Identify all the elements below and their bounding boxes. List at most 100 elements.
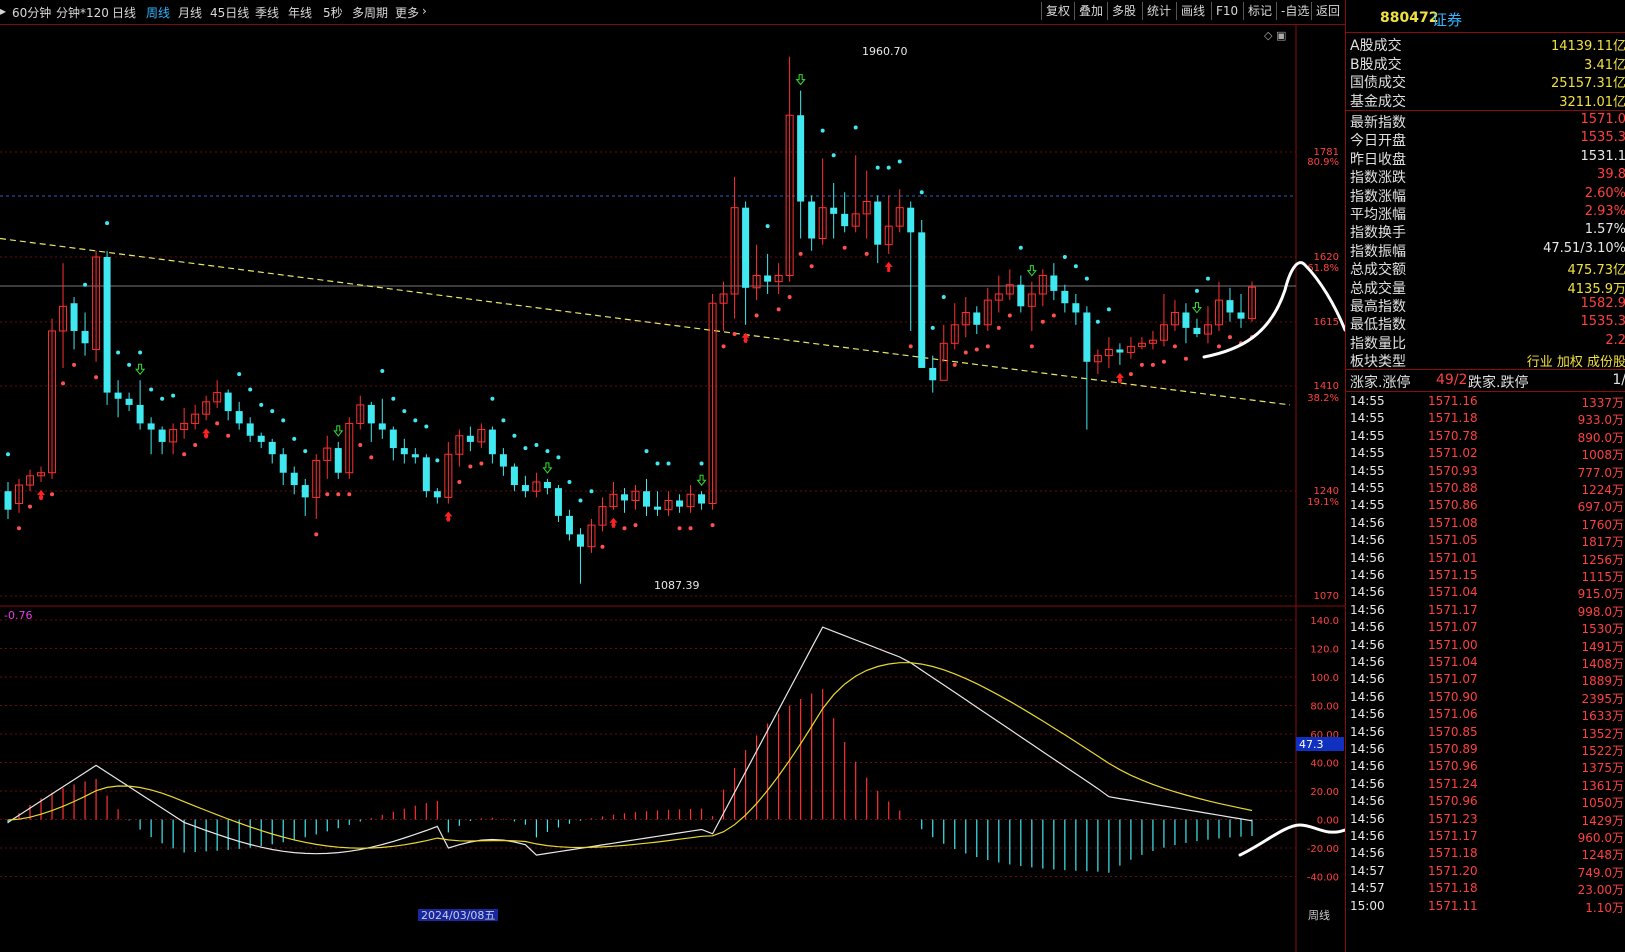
candle-body — [1083, 312, 1091, 362]
tick-row[interactable]: 14:56 1571.23 1429万 — [1346, 812, 1625, 830]
sar-dot — [1029, 344, 1034, 349]
period-quarter[interactable]: 季线 — [255, 4, 279, 21]
tick-row[interactable]: 14:56 1571.04 915.0万 — [1346, 585, 1625, 603]
tick-time: 14:56 — [1350, 794, 1385, 809]
macd-tick: 40.00 — [1310, 759, 1339, 770]
tick-row[interactable]: 14:57 1571.20 749.0万 — [1346, 864, 1625, 882]
period-5sec[interactable]: 5秒 — [323, 4, 343, 21]
mark-button[interactable]: 标记 — [1243, 2, 1276, 20]
tick-volume: 1248万 — [1581, 848, 1624, 863]
tick-row[interactable]: 14:56 1570.85 1352万 — [1346, 725, 1625, 743]
index-row: 指数振幅 47.51/3.10% — [1350, 241, 1625, 260]
tick-row[interactable]: 14:56 1571.05 1817万 — [1346, 533, 1625, 551]
market-row: 基金成交 3211.01亿 — [1350, 91, 1625, 110]
period-multi[interactable]: 多周期 — [352, 4, 388, 21]
tick-row[interactable]: 15:00 1571.11 1.10万 — [1346, 899, 1625, 917]
back-button[interactable]: 返回 — [1311, 2, 1344, 20]
tick-volume: 2395万 — [1581, 691, 1624, 706]
watchlist-button[interactable]: -自选 — [1276, 2, 1313, 20]
tick-row[interactable]: 14:55 1571.02 1008万 — [1346, 446, 1625, 464]
tick-row[interactable]: 14:55 1570.88 1224万 — [1346, 481, 1625, 499]
candle-body — [367, 404, 375, 424]
period-month[interactable]: 月线 — [178, 4, 202, 21]
tick-row[interactable]: 14:55 1570.86 697.0万 — [1346, 498, 1625, 516]
tick-row[interactable]: 14:56 1571.18 1248万 — [1346, 846, 1625, 864]
sar-dot — [864, 251, 869, 256]
tick-row[interactable]: 14:56 1571.17 998.0万 — [1346, 603, 1625, 621]
tick-time: 14:56 — [1350, 637, 1385, 652]
period-60min[interactable]: 60分钟 — [12, 4, 51, 21]
period-45day[interactable]: 45日线 — [210, 4, 249, 21]
index-label: 指数量比 — [1350, 335, 1406, 352]
tick-time: 14:57 — [1350, 881, 1385, 896]
multi-stock-button[interactable]: 多股 — [1107, 2, 1140, 20]
sar-dot — [479, 461, 484, 466]
fq-button[interactable]: 复权 — [1041, 2, 1074, 20]
tick-row[interactable]: 14:55 1570.93 777.0万 — [1346, 464, 1625, 482]
macd-tick: 100.0 — [1310, 673, 1339, 684]
period-more[interactable]: 更多 — [395, 4, 419, 21]
sar-dot — [1073, 264, 1078, 269]
candle-body — [499, 454, 507, 467]
market-label: 基金成交 — [1350, 93, 1406, 110]
sar-dot — [765, 224, 770, 229]
tick-row[interactable]: 14:55 1571.18 933.0万 — [1346, 411, 1625, 429]
tick-row[interactable]: 14:55 1571.16 1337万 — [1346, 394, 1625, 412]
tick-time: 14:56 — [1350, 829, 1385, 843]
tick-row[interactable]: 14:56 1571.08 1760万 — [1346, 516, 1625, 534]
draw-line-button[interactable]: 画线 — [1176, 2, 1209, 20]
tick-row[interactable]: 14:57 1571.18 23.00万 — [1346, 881, 1625, 899]
tick-row[interactable]: 14:56 1571.04 1408万 — [1346, 655, 1625, 673]
tick-row[interactable]: 14:56 1571.07 1530万 — [1346, 620, 1625, 638]
market-value: 25157.31亿 — [1550, 76, 1625, 91]
tick-volume: 1522万 — [1581, 744, 1624, 758]
candle-body — [488, 429, 496, 455]
tick-row[interactable]: 14:56 1571.06 1633万 — [1346, 707, 1625, 725]
tick-volume: 1408万 — [1581, 657, 1624, 671]
tick-row[interactable]: 14:56 1570.96 1050万 — [1346, 794, 1625, 812]
tick-price: 1571.07 — [1428, 672, 1478, 687]
tick-row[interactable]: 14:55 1570.78 890.0万 — [1346, 429, 1625, 447]
overlay-button[interactable]: 叠加 — [1074, 2, 1107, 20]
tick-price: 1571.08 — [1428, 515, 1478, 530]
f10-button[interactable]: F10 — [1211, 2, 1242, 20]
sar-dot — [567, 479, 572, 484]
period-year[interactable]: 年线 — [288, 4, 312, 21]
quote-sidebar: 880472 证券 A股成交 14139.11亿 B股成交 3.41亿 国债成交 2515… — [1345, 0, 1625, 952]
pct-tick: 19.1% — [1307, 497, 1339, 508]
macd-tick: 120.0 — [1310, 645, 1339, 656]
sell-arrow-icon — [1191, 302, 1203, 314]
tick-price: 1571.06 — [1428, 707, 1478, 722]
index-label: 最高指数 — [1350, 299, 1406, 315]
tick-row[interactable]: 14:56 1571.17 960.0万 — [1346, 829, 1625, 847]
period-week[interactable]: 周线 — [146, 4, 170, 21]
tick-row[interactable]: 14:56 1571.15 1115万 — [1346, 568, 1625, 586]
period-day[interactable]: 日线 — [112, 4, 136, 21]
buy-arrow-icon — [609, 517, 618, 528]
stats-button[interactable]: 统计 — [1142, 2, 1175, 20]
sar-dot — [1227, 335, 1232, 340]
tick-row[interactable]: 14:56 1571.24 1361万 — [1346, 777, 1625, 795]
period-footer: 周线 — [1308, 908, 1330, 922]
sar-dot — [1161, 359, 1166, 364]
sar-dot — [457, 479, 462, 484]
price-tick: 1240 — [1314, 486, 1339, 497]
sar-dot — [270, 409, 275, 414]
tick-row[interactable]: 14:56 1571.07 1889万 — [1346, 672, 1625, 690]
sar-dot — [886, 165, 891, 170]
tick-price: 1570.88 — [1428, 481, 1478, 495]
tick-row[interactable]: 14:56 1571.00 1491万 — [1346, 638, 1625, 656]
tick-time: 14:55 — [1350, 498, 1385, 513]
kline-chart[interactable]: 1960.70 1087.39 ◇ ▣ 1781 80.9% 1620 61.8… — [0, 25, 1345, 952]
price-tick: 1620 — [1314, 252, 1339, 263]
tick-row[interactable]: 14:56 1570.89 1522万 — [1346, 742, 1625, 760]
tick-row[interactable]: 14:56 1570.90 2395万 — [1346, 690, 1625, 708]
tick-row[interactable]: 14:56 1571.01 1256万 — [1346, 551, 1625, 569]
sar-dot — [17, 526, 22, 531]
tick-time: 14:56 — [1350, 620, 1385, 635]
index-row: 最高指数 1582.9 — [1350, 296, 1625, 315]
tick-row[interactable]: 14:56 1570.96 1375万 — [1346, 759, 1625, 777]
candle-body — [576, 534, 584, 547]
period-120min[interactable]: 分钟*120 — [56, 4, 109, 21]
candle-body — [334, 448, 342, 473]
